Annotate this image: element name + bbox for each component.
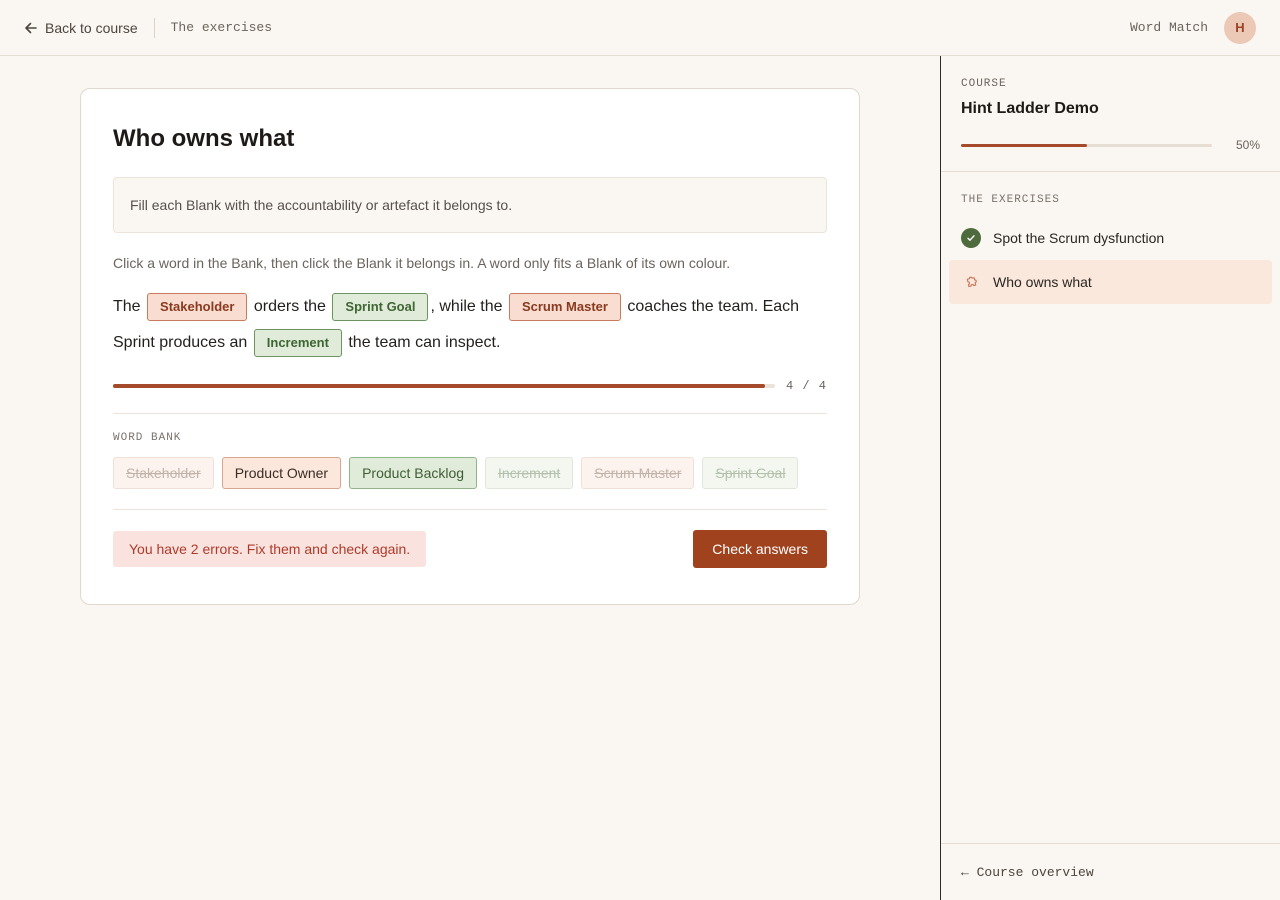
puzzle-icon: [961, 272, 981, 292]
course-progress-bar: [961, 143, 1212, 147]
course-progress-percent: 50%: [1235, 138, 1260, 152]
exercise-item-who-owns-what[interactable]: Who owns what: [949, 260, 1272, 304]
word-bank: Stakeholder Product Owner Product Backlog I…: [113, 457, 827, 489]
instruction-text: Fill each Blank with the accountability …: [130, 197, 513, 213]
progress-count: 4 / 4: [785, 379, 827, 393]
word-bank-label: WORD BANK: [113, 432, 182, 444]
sentence-text: orders the: [253, 298, 326, 315]
exercise-item-spot-the-scrum-dysfunction[interactable]: Spot the Scrum dysfunction: [949, 216, 1272, 260]
arrow-left-icon: [24, 21, 38, 35]
blank-2[interactable]: Sprint Goal: [332, 292, 429, 321]
word-bank-chip[interactable]: Product Owner: [221, 457, 342, 489]
breadcrumb: The exercises: [170, 20, 273, 35]
word-bank-chip[interactable]: Scrum Master: [581, 457, 695, 489]
sentence-text: , while the: [430, 298, 503, 315]
exercise-card: Who owns what Fill each Blank with the a…: [80, 88, 860, 605]
error-message: You have 2 errors. Fix them and check ag…: [113, 531, 427, 567]
instruction-box: Fill each Blank with the accountability …: [113, 177, 827, 233]
word-bank-chip[interactable]: Sprint Goal: [702, 457, 799, 489]
divider: [113, 509, 827, 510]
back-label: Back to course: [45, 19, 138, 36]
word-bank-chip[interactable]: Stakeholder: [113, 457, 214, 489]
avatar[interactable]: H: [1224, 11, 1256, 44]
blank-3[interactable]: Scrum Master: [508, 292, 621, 321]
sidebar: COURSE Hint Ladder Demo 50% THE EXERCISE…: [940, 56, 1280, 900]
progress-fill: [113, 384, 766, 388]
card-footer: You have 2 errors. Fix them and check ag…: [113, 530, 827, 568]
course-title: Hint Ladder Demo: [961, 100, 1099, 117]
sentence-text: The: [113, 298, 141, 315]
blank-4[interactable]: Increment: [253, 328, 342, 357]
check-circle-icon: [961, 228, 981, 248]
exercise-item-label: Who owns what: [993, 274, 1092, 290]
sentence-text: the team can inspect.: [348, 334, 501, 351]
course-overview-link[interactable]: ← Course overview: [941, 843, 1280, 900]
word-bank-chip[interactable]: Product Backlog: [349, 457, 478, 489]
progress-bar: [113, 384, 775, 388]
blank-1[interactable]: Stakeholder: [147, 292, 248, 321]
app-name: Word Match: [1129, 20, 1208, 35]
hint-text: Click a word in the Bank, then click the…: [113, 255, 731, 271]
back-to-course-link[interactable]: Back to course: [24, 20, 138, 36]
course-progress: 50%: [961, 138, 1260, 152]
exercise-item-label: Spot the Scrum dysfunction: [993, 230, 1165, 246]
exercises-label: THE EXERCISES: [961, 194, 1060, 206]
check-answers-button[interactable]: Check answers: [693, 530, 827, 568]
course-panel: COURSE Hint Ladder Demo 50%: [941, 56, 1280, 172]
exercise-list: Spot the Scrum dysfunction Who owns what: [941, 216, 1280, 304]
word-bank-chip[interactable]: Increment: [485, 457, 574, 489]
exercise-title: Who owns what: [113, 125, 295, 152]
progress-row: 4 / 4: [113, 379, 827, 393]
divider: [153, 17, 155, 38]
sentence: The Stakeholder orders the Sprint Goal, …: [113, 289, 827, 361]
course-progress-fill: [961, 143, 1087, 147]
course-label: COURSE: [961, 78, 1007, 90]
top-bar: Back to course The exercises Word Match …: [0, 0, 1280, 56]
divider: [113, 413, 827, 414]
